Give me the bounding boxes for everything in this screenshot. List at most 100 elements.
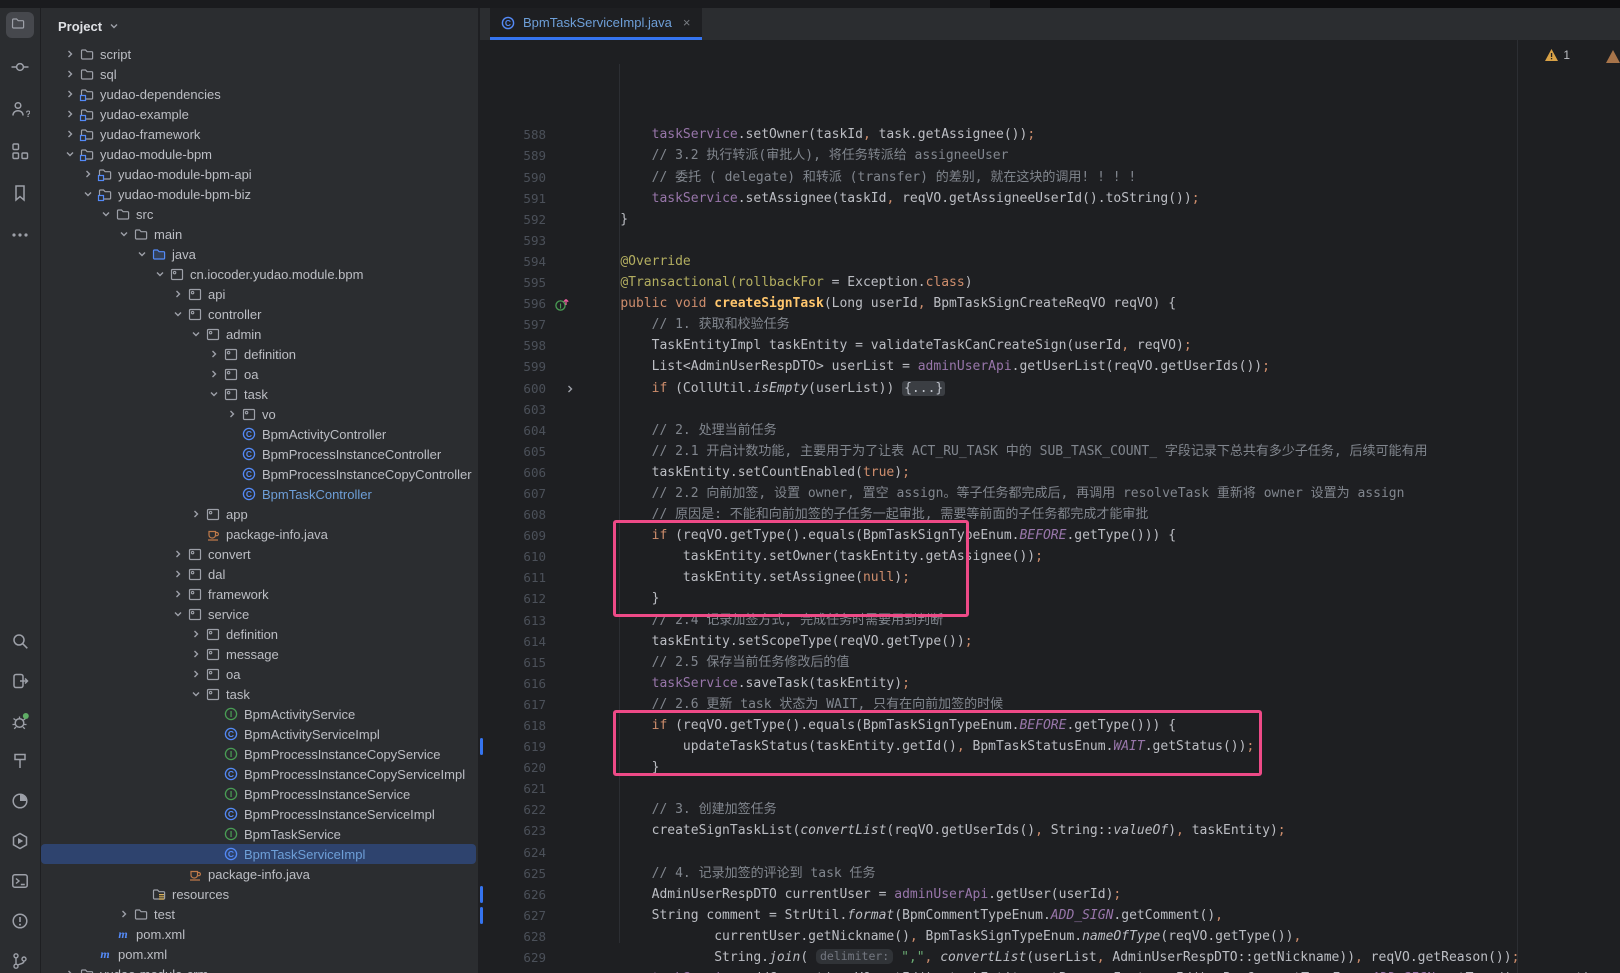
inspections-widget[interactable]: 1	[1544, 48, 1570, 62]
version-control-icon[interactable]	[6, 948, 34, 973]
code-line-623[interactable]: 623 createSignTaskList(convertList(reqVO…	[480, 820, 1620, 841]
code-line-588[interactable]: 588 taskService.setOwner(taskId, task.ge…	[480, 124, 1620, 145]
bookmarks-icon[interactable]	[6, 180, 34, 206]
search-icon[interactable]	[6, 628, 34, 654]
editor-tab-bpmtaskserviceimpl[interactable]: C BpmTaskServiceImpl.java ×	[490, 8, 702, 40]
chevron-right-icon[interactable]	[79, 166, 96, 182]
tree-item-task[interactable]: task	[41, 384, 478, 404]
code-line-625[interactable]: 625 // 4. 记录加签的评论到 task 任务	[480, 863, 1620, 884]
code-line-607[interactable]: 607 // 2.2 向前加签, 设置 owner, 置空 assign。等子任…	[480, 483, 1620, 504]
tree-item-definition[interactable]: definition	[41, 344, 478, 364]
chevron-right-icon[interactable]	[61, 46, 78, 62]
tab-close-icon[interactable]: ×	[683, 15, 691, 30]
tree-item-sql[interactable]: sql	[41, 64, 478, 84]
tree-item-admin[interactable]: admin	[41, 324, 478, 344]
commit-icon[interactable]	[6, 54, 34, 80]
pull-requests-icon[interactable]: ?	[6, 96, 34, 122]
code-line-610[interactable]: 610 taskEntity.setOwner(taskEntity.getAs…	[480, 546, 1620, 567]
services-icon[interactable]	[6, 828, 34, 854]
code-line-589[interactable]: 589 // 3.2 执行转派(审批人), 将任务转派给 assigneeUse…	[480, 145, 1620, 166]
chevron-right-icon[interactable]	[187, 646, 204, 662]
tree-item-definition[interactable]: definition	[41, 624, 478, 644]
code-line-596[interactable]: 596I public void createSignTask(Long use…	[480, 293, 1620, 314]
code-line-611[interactable]: 611 taskEntity.setAssignee(null);	[480, 567, 1620, 588]
tree-item-package-info-java[interactable]: package-info.java	[41, 524, 478, 544]
chevron-right-icon[interactable]	[205, 366, 222, 382]
code-line-612[interactable]: 612 }	[480, 588, 1620, 609]
code-area[interactable]: 588 taskService.setOwner(taskId, task.ge…	[480, 40, 1620, 973]
code-line-595[interactable]: 595 @Transactional(rollbackFor = Excepti…	[480, 272, 1620, 293]
tree-item-framework[interactable]: framework	[41, 584, 478, 604]
tree-item-bpmactivityservice[interactable]: IBpmActivityService	[41, 704, 478, 724]
chevron-right-icon[interactable]	[187, 666, 204, 682]
code-line-605[interactable]: 605 // 2.1 开启计数功能, 主要用于为了让表 ACT_RU_TASK …	[480, 441, 1620, 462]
chevron-right-icon[interactable]	[61, 66, 78, 82]
code-line-599[interactable]: 599 List<AdminUserRespDTO> userList = ad…	[480, 356, 1620, 377]
chevron-down-icon[interactable]	[187, 326, 204, 342]
tree-item-oa[interactable]: oa	[41, 664, 478, 684]
tree-item-resources[interactable]: resources	[41, 884, 478, 904]
chevron-down-icon[interactable]	[151, 266, 168, 282]
tree-item-yudao-module-bpm[interactable]: yudao-module-bpm	[41, 144, 478, 164]
code-line-628[interactable]: 628 currentUser.getNickname(), BpmTaskSi…	[480, 926, 1620, 947]
code-line-591[interactable]: 591 taskService.setAssignee(taskId, reqV…	[480, 188, 1620, 209]
tree-item-bpmactivitycontroller[interactable]: CBpmActivityController	[41, 424, 478, 444]
code-line-615[interactable]: 615 // 2.5 保存当前任务修改后的值	[480, 652, 1620, 673]
code-line-620[interactable]: 620 }	[480, 757, 1620, 778]
tree-item-script[interactable]: script	[41, 44, 478, 64]
code-line-627[interactable]: 627 String comment = StrUtil.format(BpmC…	[480, 905, 1620, 926]
code-line-614[interactable]: 614 taskEntity.setScopeType(reqVO.getTyp…	[480, 631, 1620, 652]
tree-item-bpmactivityserviceimpl[interactable]: CBpmActivityServiceImpl	[41, 724, 478, 744]
tree-item-main[interactable]: main	[41, 224, 478, 244]
tree-item-package-info-java[interactable]: package-info.java	[41, 864, 478, 884]
code-line-618[interactable]: 618 if (reqVO.getType().equals(BpmTaskSi…	[480, 715, 1620, 736]
code-line-617[interactable]: 617 // 2.6 更新 task 状态为 WAIT, 只有在向前加签的时候	[480, 694, 1620, 715]
tree-item-yudao-example[interactable]: yudao-example	[41, 104, 478, 124]
chevron-down-icon[interactable]	[205, 386, 222, 402]
code-line-613[interactable]: 613 // 2.4 记录加签方式, 完成任务时需要用到判断	[480, 610, 1620, 631]
code-line-598[interactable]: 598 TaskEntityImpl taskEntity = validate…	[480, 335, 1620, 356]
chevron-right-icon[interactable]	[169, 586, 186, 602]
tree-item-test[interactable]: test	[41, 904, 478, 924]
chevron-right-icon[interactable]	[187, 626, 204, 642]
chevron-right-icon[interactable]	[61, 106, 78, 122]
tree-item-bpmprocessinstanceservice[interactable]: IBpmProcessInstanceService	[41, 784, 478, 804]
more-icon[interactable]	[6, 222, 34, 248]
tree-item-task[interactable]: task	[41, 684, 478, 704]
chevron-right-icon[interactable]	[115, 906, 132, 922]
tree-item-cn-iocoder-yudao-module-bpm[interactable]: cn.iocoder.yudao.module.bpm	[41, 264, 478, 284]
tree-item-bpmprocessinstancecopyservice[interactable]: IBpmProcessInstanceCopyService	[41, 744, 478, 764]
debug-icon[interactable]	[6, 708, 34, 734]
chevron-right-icon[interactable]	[169, 566, 186, 582]
structure-icon[interactable]	[6, 138, 34, 164]
terminal-icon[interactable]	[6, 868, 34, 894]
code-line-609[interactable]: 609 if (reqVO.getType().equals(BpmTaskSi…	[480, 525, 1620, 546]
chevron-down-icon[interactable]	[115, 226, 132, 242]
tree-item-api[interactable]: api	[41, 284, 478, 304]
chevron-down-icon[interactable]	[169, 606, 186, 622]
fold-gutter-icon[interactable]	[546, 378, 589, 399]
tree-item-bpmtaskcontroller[interactable]: CBpmTaskController	[41, 484, 478, 504]
tree-item-vo[interactable]: vo	[41, 404, 478, 424]
project-panel-header[interactable]: Project	[41, 8, 478, 44]
tree-item-src[interactable]: src	[41, 204, 478, 224]
code-line-600[interactable]: 600 if (CollUtil.isEmpty(userList)) {...…	[480, 378, 1620, 399]
tree-item-bpmprocessinstancecontroller[interactable]: CBpmProcessInstanceController	[41, 444, 478, 464]
code-line-616[interactable]: 616 taskService.saveTask(taskEntity);	[480, 673, 1620, 694]
chevron-right-icon[interactable]	[169, 546, 186, 562]
overrides-gutter-icon[interactable]: I	[546, 293, 589, 314]
code-line-590[interactable]: 590 // 委托 ( delegate) 和转派 (transfer) 的差别…	[480, 167, 1620, 188]
chevron-down-icon[interactable]	[133, 246, 150, 262]
tree-item-dal[interactable]: dal	[41, 564, 478, 584]
tree-item-bpmprocessinstancecopycontroller[interactable]: CBpmProcessInstanceCopyController	[41, 464, 478, 484]
chevron-down-icon[interactable]	[169, 306, 186, 322]
tree-item-bpmprocessinstancecopyserviceimpl[interactable]: CBpmProcessInstanceCopyServiceImpl	[41, 764, 478, 784]
code-line-621[interactable]: 621	[480, 778, 1620, 799]
chevron-right-icon[interactable]	[223, 406, 240, 422]
code-line-608[interactable]: 608 // 原因是: 不能和向前加签的子任务一起审批, 需要等前面的子任务都完…	[480, 504, 1620, 525]
code-line-619[interactable]: 619 updateTaskStatus(taskEntity.getId(),…	[480, 736, 1620, 757]
problems-icon[interactable]	[6, 908, 34, 934]
folded-region[interactable]: {...}	[902, 381, 945, 396]
tree-item-yudao-module-crm[interactable]: yudao-module-crm	[41, 964, 478, 973]
tree-item-pom-xml[interactable]: mpom.xml	[41, 924, 478, 944]
